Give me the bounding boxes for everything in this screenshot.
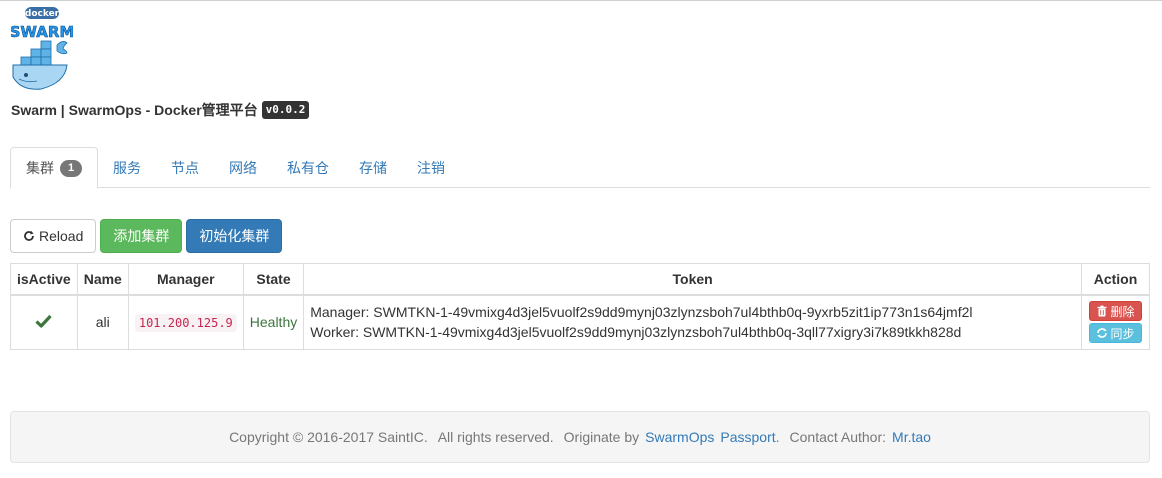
manager-cell: 101.200.125.9 (127, 294, 244, 350)
tab-storage[interactable]: 存储 (344, 147, 402, 188)
reload-button-label: Reload (39, 228, 84, 244)
col-action: Action (1081, 263, 1150, 296)
logo-swarm-text: SWARM (11, 23, 73, 41)
footer-originate: Originate by (563, 429, 640, 445)
tab-cluster-label: 集群 (26, 160, 54, 176)
tab-network-label: 网络 (229, 159, 257, 176)
name-cell: ali (76, 294, 129, 350)
tab-service[interactable]: 服务 (98, 147, 156, 188)
refresh-icon (24, 230, 34, 241)
tab-registry[interactable]: 私有仓 (272, 147, 344, 188)
table-header-row: isActive Name Manager State Token Action (10, 263, 1150, 296)
swarmops-link[interactable]: SwarmOps (645, 429, 714, 445)
footer-contact: Contact Author: (789, 429, 887, 445)
footer-period: . (775, 429, 780, 445)
passport-link[interactable]: Passport (720, 429, 775, 445)
reload-button[interactable]: Reload (10, 219, 97, 253)
footer-copyright: Copyright © 2016-2017 SaintIC. (229, 429, 428, 445)
add-cluster-button[interactable]: 添加集群 (100, 219, 183, 253)
trash-icon (1097, 305, 1107, 317)
tab-logout[interactable]: 注销 (402, 147, 460, 188)
manager-token: Manager: SWMTKN-1-49vmixg4d3jel5vuolf2s9… (310, 304, 973, 321)
logo-docker-text: docker (25, 9, 60, 19)
manager-ip: 101.200.125.9 (134, 314, 237, 333)
sync-button[interactable]: 同步 (1089, 323, 1142, 344)
tab-cluster[interactable]: 集群 1 (10, 147, 98, 189)
sync-button-label: 同步 (1110, 326, 1135, 341)
tab-registry-label: 私有仓 (287, 159, 329, 176)
table-row: ali 101.200.125.9 Healthy Manager: SWMTK… (10, 294, 1150, 350)
tab-storage-label: 存储 (359, 159, 387, 176)
tab-service-label: 服务 (113, 159, 141, 176)
footer-rights: All rights reserved. (437, 429, 554, 445)
tab-node-label: 节点 (171, 159, 199, 176)
action-cell: 删除 同步 (1081, 294, 1150, 350)
init-cluster-button[interactable]: 初始化集群 (186, 219, 283, 253)
delete-button-label: 删除 (1110, 304, 1135, 319)
nav-tabs: 集群 1 服务 节点 网络 私有仓 存储 注销 (10, 147, 1150, 189)
token-cell: Manager: SWMTKN-1-49vmixg4d3jel5vuolf2s9… (303, 294, 1082, 350)
toolbar: Reload 添加集群 初始化集群 (10, 219, 283, 253)
worker-token: Worker: SWMTKN-1-49vmixg4d3jel5vuolf2s9d… (310, 324, 962, 341)
col-name: Name (76, 263, 129, 296)
delete-button[interactable]: 删除 (1089, 301, 1142, 322)
col-isactive: isActive (10, 263, 78, 296)
tab-node[interactable]: 节点 (156, 147, 214, 188)
author-link[interactable]: Mr.tao (892, 429, 931, 445)
tab-logout-label: 注销 (417, 159, 445, 176)
check-icon (35, 314, 53, 328)
col-manager: Manager (127, 263, 244, 296)
docker-swarm-logo: docker SWARM (9, 5, 75, 93)
col-token: Token (303, 263, 1082, 296)
col-state: State (242, 263, 305, 296)
page-title: Swarm | SwarmOps - Docker管理平台 v0.0.2 (11, 99, 310, 121)
state-cell: Healthy (242, 294, 305, 350)
sync-icon (1097, 328, 1108, 339)
tab-network[interactable]: 网络 (214, 147, 272, 188)
version-badge: v0.0.2 (261, 101, 310, 119)
cluster-count-badge: 1 (60, 159, 82, 177)
isactive-cell (10, 294, 78, 350)
cluster-table: isActive Name Manager State Token Action… (10, 263, 1150, 350)
footer: Copyright © 2016-2017 SaintIC. All right… (10, 411, 1150, 463)
app-title: Swarm | SwarmOps - Docker管理平台 (11, 102, 258, 118)
